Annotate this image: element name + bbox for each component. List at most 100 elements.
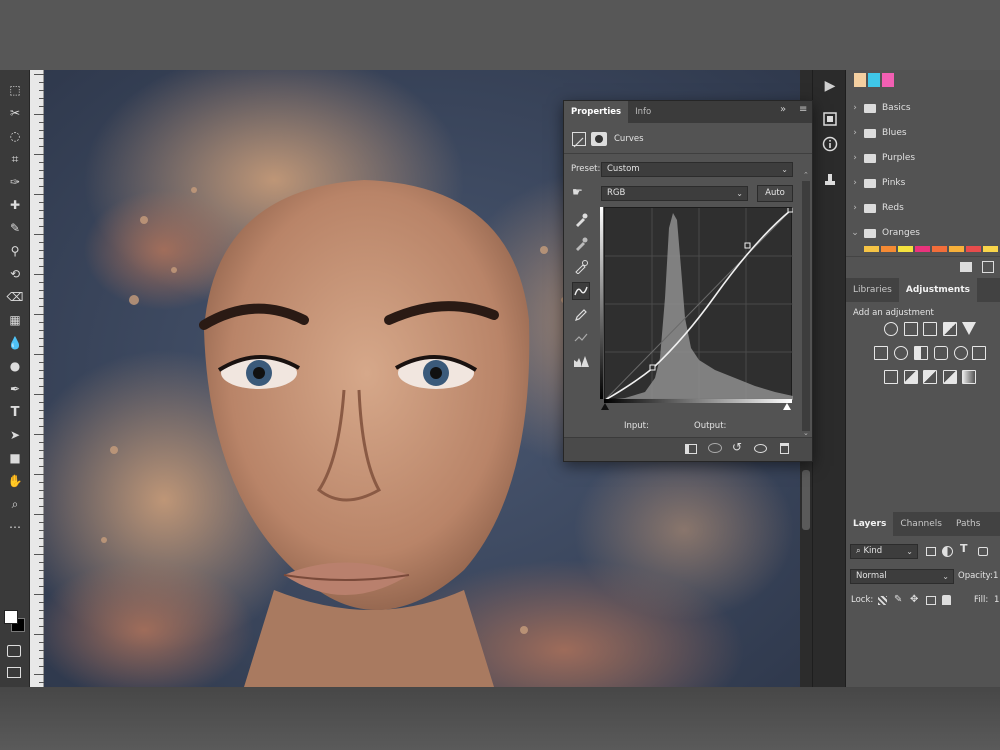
gradient-map-icon[interactable] [962,370,976,384]
character-panel-icon[interactable] [819,168,841,190]
swatch-folder-row[interactable]: › Purples [846,147,1000,169]
filter-shape-icon[interactable] [978,547,988,556]
color-swatch[interactable] [854,73,866,87]
posterize-icon[interactable] [904,370,918,384]
clipping-warning-icon[interactable] [572,352,590,370]
tab-channels[interactable]: Channels [893,512,949,536]
sample-gray-eyedropper-icon[interactable] [572,235,590,253]
swatch-folder-row[interactable]: › Blues [846,122,1000,144]
channel-mixer-icon[interactable] [954,346,968,360]
color-lookup-icon[interactable] [972,346,986,360]
draw-curve-pencil-icon[interactable] [572,306,590,324]
blur-tool-icon[interactable]: 💧 [4,333,26,353]
chevron-right-icon[interactable]: › [846,128,864,138]
clone-stamp-tool-icon[interactable]: ⚲ [4,241,26,261]
info-panel-icon[interactable] [819,133,841,155]
collapse-panel-icon[interactable]: » [780,104,786,115]
chevron-right-icon[interactable]: › [846,203,864,213]
tab-properties[interactable]: Properties [564,101,629,123]
sample-black-eyedropper-icon[interactable] [572,211,590,229]
edit-points-curve-icon[interactable] [572,282,590,300]
white-point-slider[interactable] [783,403,791,410]
pen-tool-icon[interactable]: ✒ [4,379,26,399]
auto-button[interactable]: Auto [757,185,793,202]
exposure-icon[interactable] [943,322,957,336]
photo-filter-icon[interactable] [934,346,948,360]
chevron-right-icon[interactable]: › [846,153,864,163]
preset-select[interactable]: Custom ⌄ [601,162,793,177]
panel-menu-icon[interactable]: ≡ [799,104,807,115]
tab-paths[interactable]: Paths [949,512,987,536]
color-swatch[interactable] [868,73,880,87]
hue-saturation-icon[interactable] [874,346,888,360]
sample-white-eyedropper-icon[interactable] [572,258,590,276]
curves-icon[interactable] [923,322,937,336]
properties-panel-icon[interactable] [819,108,841,130]
color-swatch[interactable] [932,246,947,252]
curves-graph[interactable] [604,206,794,401]
visibility-eye-icon[interactable] [754,444,767,453]
gradient-tool-icon[interactable]: ▦ [4,310,26,330]
zoom-tool-icon[interactable]: ⌕ [4,494,26,514]
smooth-curve-icon[interactable] [572,329,590,347]
color-swatch[interactable] [966,246,981,252]
swatch-folder-row[interactable]: › Reds [846,197,1000,219]
crop-tool-icon[interactable]: ⌗ [4,149,26,169]
history-brush-tool-icon[interactable]: ⟲ [4,264,26,284]
swatch-folder-row[interactable]: › Basics [846,97,1000,119]
color-swatch[interactable] [915,246,930,252]
invert-icon[interactable] [884,370,898,384]
scroll-up-icon[interactable]: ⌃ [803,171,809,179]
layer-kind-filter[interactable]: ⌕ Kind ⌄ [850,544,918,559]
threshold-icon[interactable] [923,370,937,384]
screen-mode-icon[interactable] [7,667,21,678]
color-swatch[interactable] [882,73,894,87]
foreground-color-swatch[interactable] [4,610,18,624]
brush-tool-icon[interactable]: ✎ [4,218,26,238]
marquee-tool-icon[interactable]: ⬚ [4,80,26,100]
shape-tool-icon[interactable]: ■ [4,448,26,468]
filter-adjustment-icon[interactable] [942,546,953,557]
path-select-tool-icon[interactable]: ➤ [4,425,26,445]
quick-mask-icon[interactable] [7,645,21,657]
dodge-tool-icon[interactable]: ● [4,356,26,376]
eraser-tool-icon[interactable]: ⌫ [4,287,26,307]
chevron-right-icon[interactable]: › [846,178,864,188]
healing-brush-tool-icon[interactable]: ✚ [4,195,26,215]
blend-mode-select[interactable]: Normal ⌄ [850,569,954,584]
lasso-tool-icon[interactable]: ✂ [4,103,26,123]
vibrance-icon[interactable] [962,322,976,335]
delete-adjustment-icon[interactable] [780,443,789,454]
lock-artboard-icon[interactable] [926,596,936,605]
play-action-icon[interactable]: ▶ [819,75,841,97]
tab-adjustments[interactable]: Adjustments [898,278,977,302]
type-tool-icon[interactable]: T [4,402,26,422]
filter-type-icon[interactable]: T [960,542,968,555]
swatch-folder-row[interactable]: ⌄ Oranges [846,222,1000,244]
brightness-contrast-icon[interactable] [884,322,898,336]
color-swatch[interactable] [949,246,964,252]
chevron-right-icon[interactable]: › [846,103,864,113]
scroll-down-icon[interactable]: ⌄ [803,429,809,437]
properties-scrollbar[interactable] [802,181,810,431]
eyedropper-tool-icon[interactable]: ✑ [4,172,26,192]
lock-pixels-icon[interactable]: ✎ [894,594,902,605]
layer-mask-icon[interactable] [591,132,607,146]
fill-value[interactable]: 1 [994,595,999,605]
levels-icon[interactable] [904,322,918,336]
color-swatch[interactable] [864,246,879,252]
quick-select-tool-icon[interactable]: ◌ [4,126,26,146]
lock-transparent-icon[interactable] [878,596,887,605]
tab-info[interactable]: Info [628,101,658,123]
new-swatch-icon[interactable] [982,261,994,273]
lock-all-icon[interactable] [942,595,951,605]
view-previous-state-icon[interactable] [708,443,722,453]
targeted-adjustment-icon[interactable]: ☛ [572,185,583,199]
black-point-slider[interactable] [601,403,609,410]
clip-to-layer-icon[interactable] [685,444,697,454]
hand-tool-icon[interactable]: ✋ [4,471,26,491]
color-swatch[interactable] [983,246,998,252]
color-swatch[interactable] [898,246,913,252]
chevron-down-icon[interactable]: ⌄ [846,228,864,238]
scrollbar-thumb[interactable] [802,470,810,530]
